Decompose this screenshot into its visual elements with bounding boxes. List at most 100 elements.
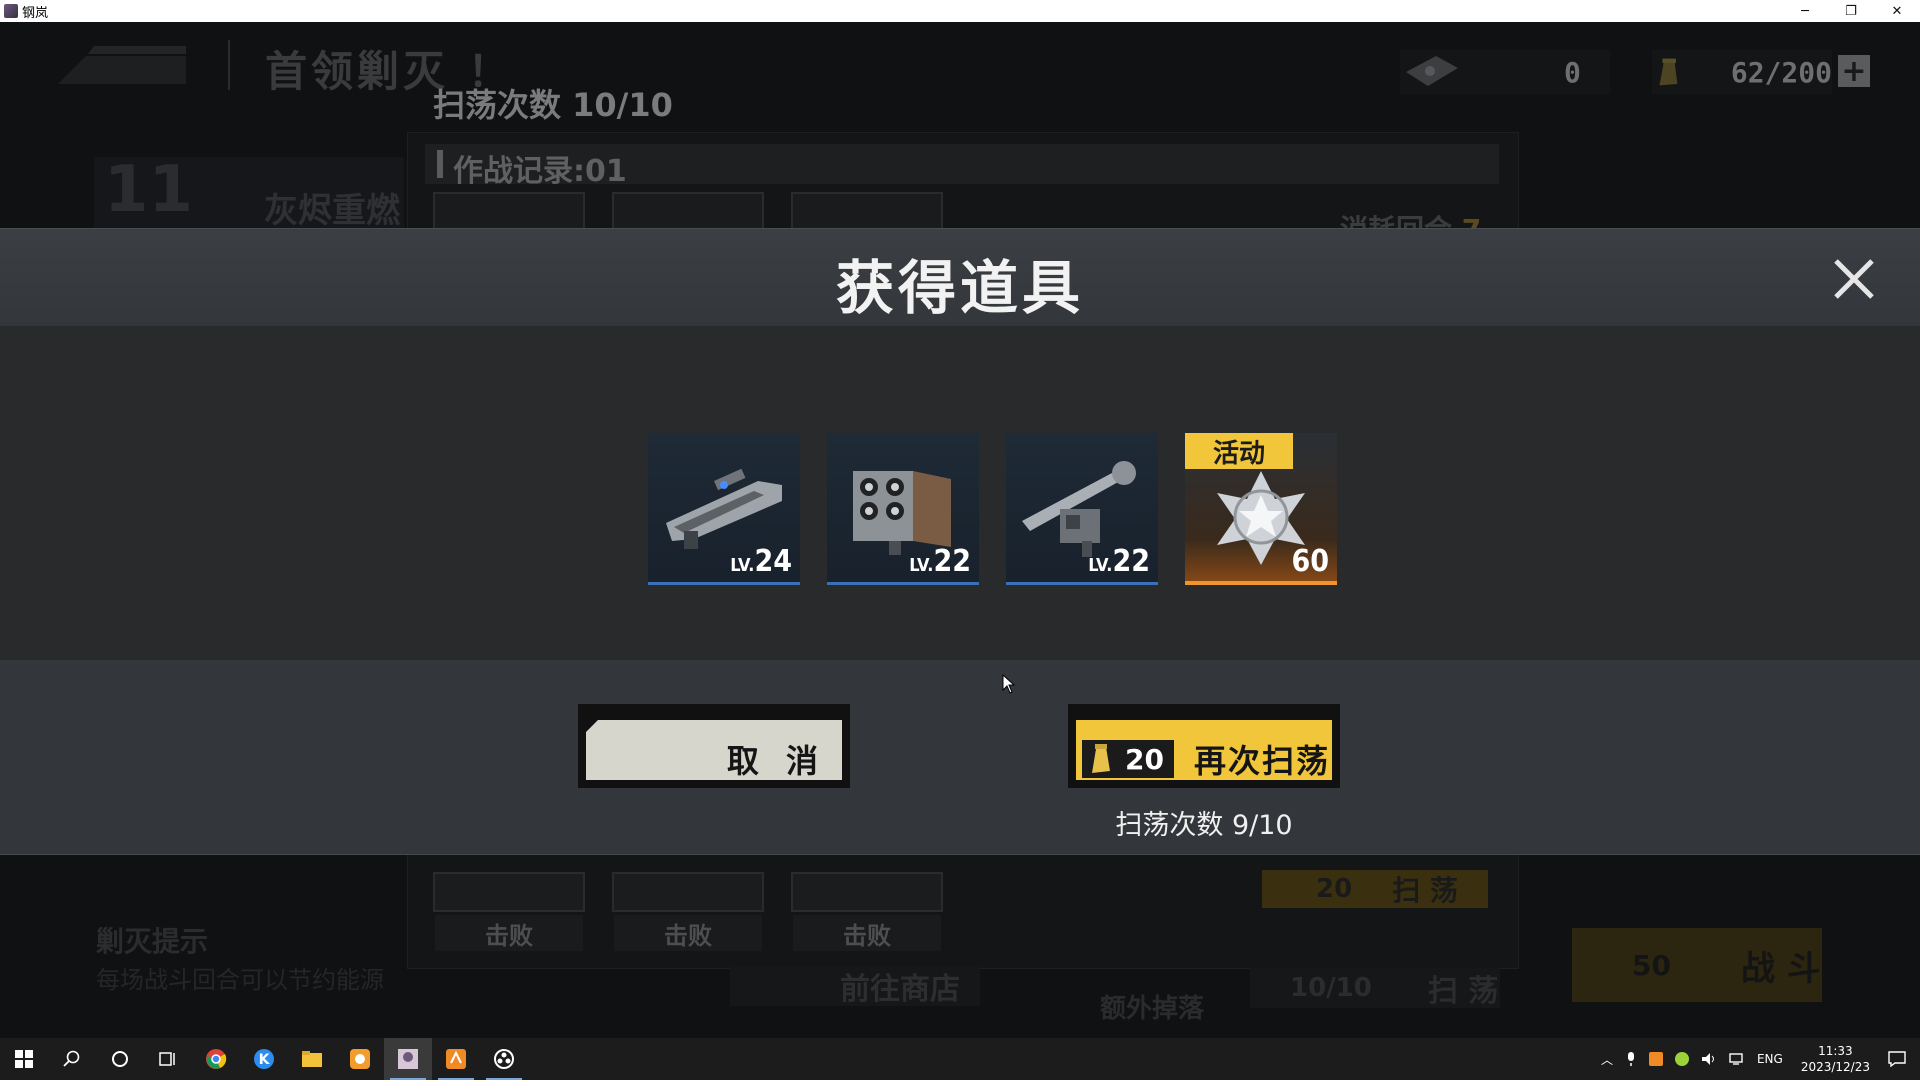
app-icon xyxy=(4,4,18,18)
back-button[interactable] xyxy=(58,44,190,86)
reward-item-rocket-pod[interactable]: LV.22 xyxy=(827,433,979,585)
defeat-label: 击败 xyxy=(793,915,941,951)
k-app-icon: K xyxy=(254,1049,274,1069)
tray-app-icon[interactable] xyxy=(1648,1052,1663,1066)
level-value: 22 xyxy=(933,544,971,579)
annihilation-subtitle: 每场战斗回合可以节约能源 xyxy=(96,966,384,994)
stage-name: 灰烬重燃 xyxy=(264,191,400,231)
chip-icon xyxy=(1406,56,1458,86)
sweep-remaining: 扫荡次数 9/10 xyxy=(1115,810,1293,841)
fuel-icon xyxy=(1092,744,1110,773)
item-count: 60 xyxy=(1291,544,1329,579)
windows-start-button[interactable] xyxy=(0,1038,48,1080)
fight-button[interactable]: 50 战 斗 xyxy=(1572,928,1822,1002)
character-portrait xyxy=(791,872,943,912)
cortana-icon xyxy=(112,1051,128,1067)
rarity-bar xyxy=(648,582,800,585)
browser-icon xyxy=(350,1049,370,1069)
modal-footer xyxy=(0,660,1920,855)
extra-drop-label: 额外掉落 xyxy=(1100,994,1205,1024)
rarity-bar xyxy=(1185,581,1337,585)
level-value: 22 xyxy=(1112,544,1150,579)
add-resource-button[interactable]: + xyxy=(1838,54,1870,89)
game-app-icon xyxy=(398,1049,418,1069)
resource-1-value: 0 xyxy=(1564,55,1581,89)
level-prefix: LV. xyxy=(730,555,755,576)
fight-label: 战 斗 xyxy=(1740,948,1821,989)
back-arrow-icon xyxy=(58,46,186,84)
sweep-cost: 20 xyxy=(1316,874,1353,904)
task-view-button[interactable] xyxy=(144,1038,192,1080)
svg-text:K: K xyxy=(259,1052,271,1068)
modal-header: 获得道具 xyxy=(0,228,1920,327)
system-tray: ︿ ENG 11:33 2023/12/23 xyxy=(1595,1038,1920,1080)
clock[interactable]: 11:33 2023/12/23 xyxy=(1801,1043,1870,1075)
orange-app-icon xyxy=(446,1049,466,1069)
input-language[interactable]: ENG xyxy=(1757,1052,1783,1066)
sweep-label: 扫 荡 xyxy=(1392,874,1458,907)
taskbar-app-browser[interactable] xyxy=(336,1038,384,1080)
reward-item-event-token[interactable]: 活动 60 xyxy=(1185,433,1337,585)
modal-title: 获得道具 xyxy=(835,254,1084,322)
taskbar-app-k[interactable]: K xyxy=(240,1038,288,1080)
rarity-bar xyxy=(1006,582,1158,585)
close-icon xyxy=(1834,259,1874,299)
stage-number: 11 xyxy=(104,153,194,227)
taskbar-app-chrome[interactable] xyxy=(192,1038,240,1080)
character-portrait xyxy=(433,872,585,912)
search-button[interactable] xyxy=(48,1038,96,1080)
reward-item-cannon[interactable]: LV.22 xyxy=(1006,433,1158,585)
record-mark xyxy=(437,150,443,178)
rarity-bar xyxy=(827,582,979,585)
search-icon xyxy=(63,1050,80,1067)
network-icon[interactable] xyxy=(1729,1052,1745,1066)
sweep-label: 扫 荡 xyxy=(1427,974,1499,1009)
defeat-label: 击败 xyxy=(614,915,762,951)
close-modal-button[interactable] xyxy=(1826,251,1882,307)
windows-logo-icon xyxy=(15,1050,33,1068)
mouse-cursor-icon xyxy=(1002,674,1016,694)
item-level: LV.22 xyxy=(1088,544,1150,579)
sweep-count-top: 扫荡次数 10/10 xyxy=(433,86,673,124)
minimize-button[interactable]: ─ xyxy=(1782,0,1828,22)
taskbar-app-game[interactable] xyxy=(384,1038,432,1080)
fuel-icon xyxy=(1659,58,1678,86)
cortana-button[interactable] xyxy=(96,1038,144,1080)
obs-icon xyxy=(494,1049,514,1069)
folder-icon xyxy=(302,1051,322,1067)
taskbar-app-orange[interactable] xyxy=(432,1038,480,1080)
clock-date: 2023/12/23 xyxy=(1800,1060,1870,1074)
tray-app-green-icon[interactable] xyxy=(1674,1052,1689,1066)
notification-icon[interactable] xyxy=(1888,1051,1906,1067)
taskbar: K ︿ ENG 11:33 2023/12/23 xyxy=(0,1038,1920,1080)
character-portrait xyxy=(612,872,764,912)
taskbar-app-explorer[interactable] xyxy=(288,1038,336,1080)
defeat-label: 击败 xyxy=(435,915,583,951)
fight-cost: 50 xyxy=(1632,948,1671,982)
resource-2-value: 62/200 xyxy=(1730,55,1832,89)
annihilation-title: 剿灭提示 xyxy=(96,925,209,958)
chrome-icon xyxy=(206,1049,227,1069)
microphone-icon[interactable] xyxy=(1625,1051,1637,1067)
sweep-again-button[interactable]: 20 再次扫荡 xyxy=(1068,704,1340,788)
event-tag: 活动 xyxy=(1185,433,1293,469)
sweep-again-label: 再次扫荡 xyxy=(1194,742,1331,780)
restore-button[interactable]: ❐ xyxy=(1828,0,1874,22)
divider xyxy=(228,40,230,90)
battle-record-bar: 作战记录:01 xyxy=(425,144,1499,189)
volume-icon[interactable] xyxy=(1701,1052,1717,1066)
go-to-shop-button[interactable]: 前往商店 xyxy=(730,966,980,1007)
reward-item-rifle[interactable]: LV.24 xyxy=(648,433,800,585)
close-window-button[interactable]: ✕ xyxy=(1874,0,1920,22)
tray-overflow-icon[interactable]: ︿ xyxy=(1601,1051,1613,1068)
bottom-sweep-button[interactable]: 10/10 扫 荡 xyxy=(1250,968,1500,1009)
sweep-count: 10/10 xyxy=(1290,973,1372,1003)
cancel-button[interactable]: 取 消 xyxy=(578,704,850,788)
sweep-button-background[interactable]: 20 扫 荡 xyxy=(1262,870,1488,908)
level-prefix: LV. xyxy=(909,555,934,576)
level-prefix: LV. xyxy=(1088,555,1113,576)
item-level: LV.24 xyxy=(730,544,792,579)
battle-record-label: 作战记录:01 xyxy=(453,154,627,189)
task-view-icon xyxy=(159,1052,175,1066)
taskbar-app-obs[interactable] xyxy=(480,1038,528,1080)
